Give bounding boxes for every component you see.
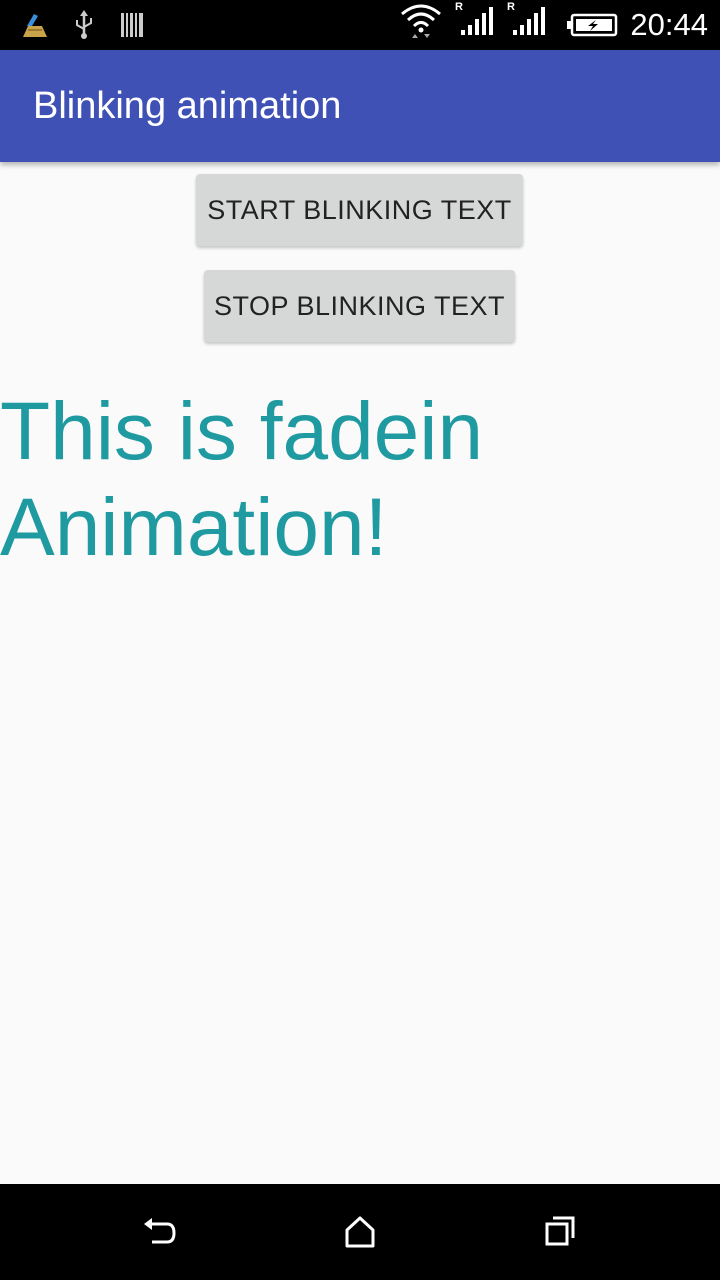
fade-animation-text: This is fadein Animation!	[0, 386, 484, 573]
usb-icon	[72, 8, 96, 42]
signal-icon: R	[455, 1, 497, 36]
status-bar: R R 20:44	[0, 0, 720, 50]
roaming-marker: R	[455, 1, 463, 13]
home-icon[interactable]	[326, 1198, 394, 1266]
stop-blinking-button[interactable]: STOP BLINKING TEXT	[204, 270, 515, 342]
battery-charging-icon	[566, 8, 618, 42]
cleaner-app-icon	[20, 8, 50, 42]
recents-icon[interactable]	[526, 1198, 594, 1266]
back-icon[interactable]	[126, 1198, 194, 1266]
status-time: 20:44	[630, 7, 708, 42]
barcode-icon	[120, 8, 144, 42]
wifi-icon	[400, 4, 442, 38]
start-blinking-button[interactable]: START BLINKING TEXT	[196, 174, 523, 246]
roaming-marker: R	[507, 1, 515, 13]
app-title: Blinking animation	[33, 85, 342, 127]
navigation-bar	[0, 1184, 720, 1280]
app-bar: Blinking animation	[0, 50, 720, 162]
signal-icon: R	[507, 1, 549, 36]
